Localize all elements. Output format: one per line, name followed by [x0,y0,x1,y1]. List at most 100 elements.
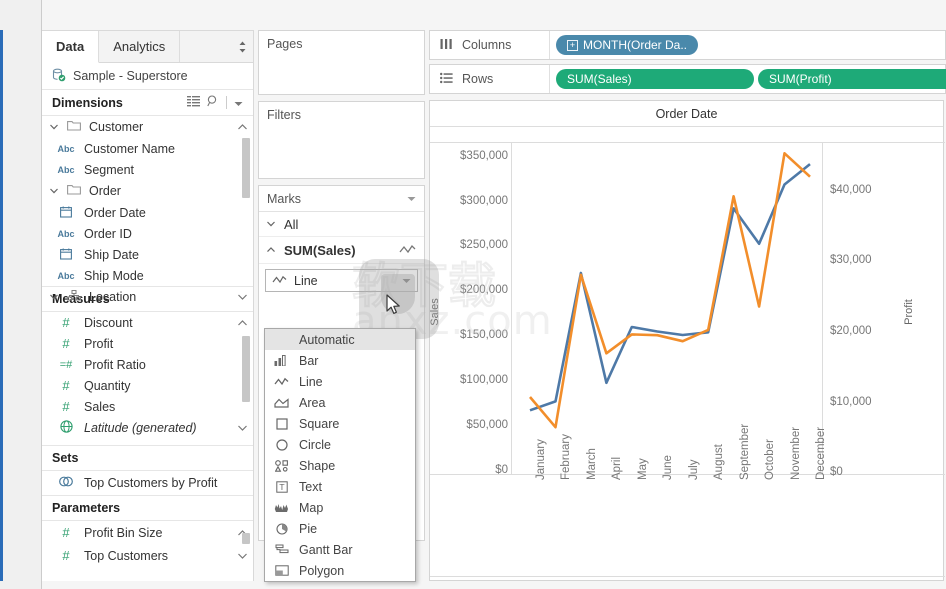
marks-caret-icon[interactable] [407,194,416,204]
sort-caret-icon[interactable] [231,31,253,62]
y-tick-left: $250,000 [460,239,508,251]
measures-scrollbar-thumb[interactable] [242,336,250,402]
option-label: Square [299,416,340,431]
tab-data[interactable]: Data [42,31,100,63]
y-tick-right: $10,000 [830,396,872,408]
parameter-profit-bin-size[interactable]: # Profit Bin Size [42,521,253,544]
chevron-down-icon[interactable] [267,219,277,230]
parameters-scrollbar-thumb[interactable] [242,533,250,544]
grid-view-icon[interactable] [187,95,200,110]
rows-shelf-drop-zone[interactable]: SUM(Sales) SUM(Profit) [550,65,946,93]
dimension-group-customer[interactable]: Customer [42,116,253,138]
scroll-up-arrow-icon[interactable] [238,122,253,132]
measure-sales[interactable]: # Sales [42,396,253,417]
option-label: Automatic [299,332,355,347]
datasource-row[interactable]: Sample - Superstore [42,63,253,90]
dimension-group-customer-label: Customer [89,120,144,134]
measure-latitude[interactable]: Latitude (generated) [42,417,253,438]
dimension-label: Order ID [84,226,132,241]
scroll-down-arrow-icon[interactable] [238,292,253,302]
plot-area-wrapper[interactable]: $350,000 $300,000 $250,000 $200,000 $150… [429,128,945,580]
mark-type-option-text[interactable]: T Text [265,476,415,497]
measures-field-list[interactable]: # Discount # Profit =# Profit Ratio # Qu… [42,312,253,445]
mark-type-option-map[interactable]: Map [265,497,415,518]
search-icon[interactable] [207,95,219,110]
dimension-order-id[interactable]: Abc Order ID [42,223,253,244]
rows-shelf[interactable]: Rows SUM(Sales) SUM(Profit) [429,64,946,94]
sets-header: Sets [42,445,253,471]
dropdown-caret-icon[interactable] [234,96,243,110]
parameters-list[interactable]: # Profit Bin Size # Top Customers [42,521,253,571]
measure-label: Sales [84,399,116,414]
chevron-up-icon[interactable] [267,245,277,256]
scroll-down-arrow-icon[interactable] [238,423,253,433]
option-label: Shape [299,458,336,473]
mark-type-option-area[interactable]: Area [265,392,415,413]
option-label: Text [299,479,322,494]
sidebar-tabs: Data Analytics [42,31,253,63]
pages-card-title: Pages [259,31,424,57]
y-axis-right-line [822,142,823,474]
mark-type-option-circle[interactable]: Circle [265,434,415,455]
measure-profit-ratio[interactable]: =# Profit Ratio [42,354,253,375]
mark-type-dropdown-menu[interactable]: Automatic Bar Line Area Square Circle Sh… [264,328,416,582]
mark-type-option-automatic[interactable]: Automatic [265,329,415,350]
pill-sum-sales[interactable]: SUM(Sales) [556,69,754,89]
measure-quantity[interactable]: # Quantity [42,375,253,396]
line-icon [273,377,290,387]
tab-analytics[interactable]: Analytics [99,31,181,62]
abc-icon: Abc [57,164,75,175]
pages-card[interactable]: Pages [258,30,425,95]
y-tick-left: $350,000 [460,150,508,162]
parameter-top-customers[interactable]: # Top Customers [42,544,253,567]
dimension-customer-name[interactable]: Abc Customer Name [42,138,253,159]
dimension-segment[interactable]: Abc Segment [42,159,253,180]
chevron-down-icon[interactable] [48,122,59,132]
option-label: Polygon [299,563,345,578]
pill-month-order-date[interactable]: + MONTH(Order Da.. [556,35,699,55]
hierarchy-icon [67,290,81,304]
scroll-down-arrow-icon[interactable] [238,551,253,561]
dimension-ship-date[interactable]: Ship Date [42,244,253,265]
measure-profit[interactable]: # Profit [42,333,253,354]
left-rail [0,0,42,589]
marks-card-title: Marks [259,186,424,212]
dimensions-header: Dimensions [42,90,253,116]
dimension-group-order[interactable]: Order [42,180,253,202]
mark-type-option-square[interactable]: Square [265,413,415,434]
x-axis-month-label: November [789,426,802,480]
svg-text:T: T [278,483,284,492]
mark-type-option-polygon[interactable]: Polygon [265,560,415,581]
measure-discount[interactable]: # Discount [42,312,253,333]
scroll-up-arrow-icon[interactable] [238,318,253,328]
dimensions-field-list[interactable]: Customer Abc Customer Name Abc Segment O… [42,116,253,304]
filters-card[interactable]: Filters [258,101,425,179]
chevron-down-icon[interactable] [48,186,59,196]
mark-type-option-pie[interactable]: Pie [265,518,415,539]
dimension-label: Customer Name [84,141,175,156]
dimension-group-location[interactable]: Location [42,286,253,308]
dimension-order-date[interactable]: Order Date [42,202,253,223]
dimension-ship-mode[interactable]: Abc Ship Mode [42,265,253,286]
mark-type-option-shape[interactable]: Shape [265,455,415,476]
expand-plus-icon[interactable]: + [567,39,578,51]
dimensions-scrollbar-thumb[interactable] [242,138,250,198]
number-icon: # [62,336,70,351]
pill-label: MONTH(Order Da.. [583,38,688,52]
marks-row-all[interactable]: All [259,212,424,237]
columns-shelf-drop-zone[interactable]: + MONTH(Order Da.. [550,31,945,59]
x-axis-month-label: February [560,433,573,480]
set-top-customers-by-profit[interactable]: Top Customers by Profit [42,471,253,495]
number-icon: # [62,399,70,414]
data-sidebar: Data Analytics Sample - Superstore Dimen… [42,30,254,581]
option-label: Line [299,374,323,389]
y-tick-left: $50,000 [466,419,508,431]
mark-type-option-line[interactable]: Line [265,371,415,392]
columns-shelf[interactable]: Columns + MONTH(Order Da.. [429,30,946,60]
chevron-down-icon[interactable] [48,292,59,302]
mark-type-option-gantt-bar[interactable]: Gantt Bar [265,539,415,560]
pill-sum-profit[interactable]: SUM(Profit) [758,69,946,89]
option-label: Area [299,395,326,410]
mark-type-option-bar[interactable]: Bar [265,350,415,371]
gantt-icon [273,544,290,555]
